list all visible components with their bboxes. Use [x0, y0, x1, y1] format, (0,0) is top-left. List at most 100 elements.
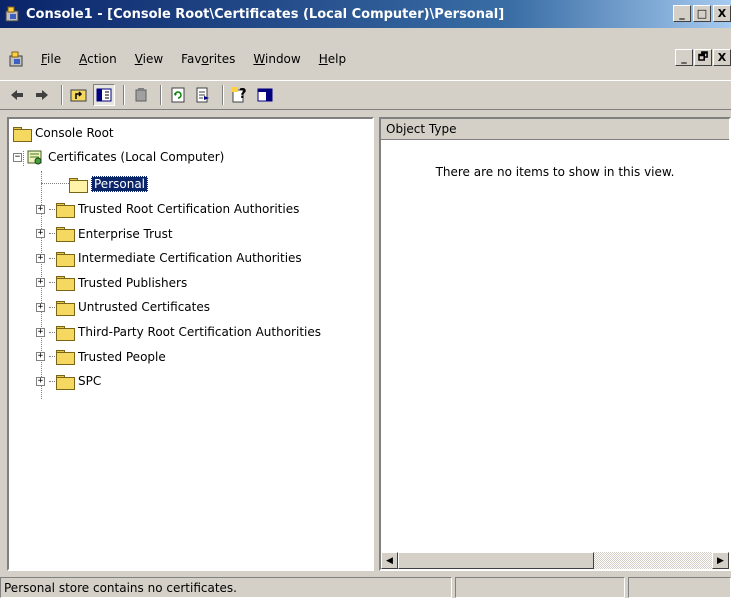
expand-icon[interactable]: + — [36, 302, 45, 312]
menu-view-accel: V — [134, 52, 143, 66]
console-tree-pane[interactable]: Console Root − Certificates (Local Compu… — [7, 117, 374, 571]
refresh-icon[interactable] — [167, 84, 189, 106]
menu-window[interactable]: Window — [244, 52, 309, 66]
mmc-app-icon[interactable] — [4, 5, 22, 23]
menu-favorites-pre: Fav — [181, 52, 202, 66]
folder-icon — [56, 300, 75, 316]
menu-favorites-accel: o — [201, 52, 209, 66]
delete-icon[interactable] — [130, 84, 152, 106]
tree-line — [41, 183, 69, 184]
tree-item-store[interactable]: + Intermediate Certification Authorities — [36, 247, 302, 269]
menu-file[interactable]: File — [32, 52, 70, 66]
up-level-icon[interactable] — [68, 84, 90, 106]
maximize-button[interactable]: □ — [693, 5, 711, 22]
tree-item-label: Untrusted Certificates — [78, 300, 210, 315]
tree-item-store[interactable]: + Third-Party Root Certification Authorit… — [36, 321, 321, 343]
tree-line — [49, 282, 55, 284]
show-tree-icon[interactable] — [93, 84, 115, 106]
tree-line — [49, 331, 55, 333]
menu-favorites-label: rites — [208, 52, 236, 66]
tree-item-label: Enterprise Trust — [78, 226, 173, 241]
tree-item-label-selected: Personal — [91, 176, 149, 192]
expand-icon[interactable]: + — [36, 327, 45, 337]
folder-icon — [56, 325, 75, 341]
tree-item-store[interactable]: + Trusted People — [36, 346, 166, 368]
toolbar-separator — [61, 85, 63, 105]
expand-icon[interactable]: + — [36, 204, 45, 214]
show-hide-action-pane-icon[interactable] — [254, 84, 276, 106]
console-menu-icon[interactable] — [8, 50, 26, 68]
export-list-icon[interactable] — [192, 84, 214, 106]
menu-bar: File Action View Favorites Window Help _… — [0, 44, 731, 74]
column-header-label: Object Type — [386, 122, 457, 136]
tree-item-label: Console Root — [35, 126, 114, 140]
tree-item-store[interactable]: + Untrusted Certificates — [36, 296, 210, 318]
menu-view[interactable]: View — [126, 52, 172, 66]
menu-help-label: elp — [327, 52, 347, 66]
horizontal-scrollbar[interactable]: ◀ ▶ — [381, 552, 729, 569]
tree-item-certificates[interactable]: − Certificates (Local Computer) — [13, 146, 224, 168]
tree-item-store[interactable]: + Enterprise Trust — [36, 223, 173, 245]
folder-icon — [56, 374, 75, 390]
menu-view-label: iew — [142, 52, 164, 66]
toolbar-separator — [123, 85, 125, 105]
close-button[interactable]: X — [713, 5, 731, 22]
scroll-right-icon[interactable]: ▶ — [712, 552, 729, 569]
menu-action-accel: A — [79, 52, 88, 66]
tree-line — [49, 233, 55, 235]
tree-item-label: Trusted Root Certification Authorities — [78, 202, 300, 216]
child-restore-button[interactable]: 🗗 — [694, 49, 712, 66]
toolbar-separator — [160, 85, 162, 105]
expand-icon[interactable]: + — [36, 376, 45, 386]
forward-icon[interactable] — [31, 84, 53, 106]
window-title: Console1 - [Console Root\Certificates (L… — [26, 6, 505, 22]
status-bar: Personal store contains no certificates. — [0, 575, 731, 598]
tree-line — [49, 257, 55, 259]
tree-line — [49, 208, 55, 210]
tree-item-label: SPC — [78, 374, 102, 389]
details-pane[interactable]: Object Type There are no items to show i… — [379, 117, 731, 571]
tree-item-store[interactable]: + SPC — [36, 370, 102, 392]
folder-icon — [56, 202, 75, 218]
expand-icon[interactable]: + — [36, 229, 45, 239]
certificates-snapin-icon — [26, 148, 44, 166]
title-bar[interactable]: Console1 - [Console Root\Certificates (L… — [0, 0, 731, 28]
child-minimize-button[interactable]: _ — [675, 49, 693, 66]
tree-item-label: Certificates (Local Computer) — [48, 150, 225, 164]
menu-help[interactable]: Help — [310, 52, 355, 66]
tree-item-personal[interactable]: Personal — [69, 173, 149, 195]
help-icon[interactable]: ? — [229, 84, 251, 106]
folder-icon — [13, 126, 32, 142]
tree-item-console-root[interactable]: Console Root — [13, 122, 114, 144]
menu-window-accel: W — [253, 52, 265, 66]
expand-icon[interactable]: + — [36, 352, 45, 362]
tree-item-label: Trusted People — [78, 349, 166, 364]
expand-icon[interactable]: + — [36, 278, 45, 288]
tree-item-label: Intermediate Certification Authorities — [78, 251, 302, 266]
toolbar: ? — [0, 80, 731, 110]
status-panel-2 — [455, 577, 625, 598]
tree-item-label: Trusted Publishers — [78, 275, 188, 290]
menu-action[interactable]: Action — [70, 52, 126, 66]
tree-item-store[interactable]: + Trusted Root Certification Authorities — [36, 198, 300, 220]
open-folder-icon — [69, 177, 88, 193]
menu-window-label: indow — [265, 52, 301, 66]
child-close-button[interactable]: X — [713, 49, 731, 66]
scroll-left-icon[interactable]: ◀ — [381, 552, 398, 569]
status-panel-3 — [628, 577, 731, 598]
folder-icon — [56, 276, 75, 292]
scroll-thumb[interactable] — [398, 552, 594, 569]
menu-action-label: ction — [87, 52, 117, 66]
folder-icon — [56, 227, 75, 243]
back-icon[interactable] — [6, 84, 28, 106]
tree-line — [49, 306, 55, 308]
column-header-object-type[interactable]: Object Type — [381, 119, 729, 140]
tree-item-label: Third-Party Root Certification Authoriti… — [78, 325, 321, 339]
minimize-button[interactable]: _ — [673, 5, 691, 22]
menu-favorites[interactable]: Favorites — [172, 52, 244, 66]
menu-help-accel: H — [318, 52, 328, 66]
tree-item-store[interactable]: + Trusted Publishers — [36, 272, 188, 294]
collapse-icon[interactable]: − — [13, 152, 22, 162]
expand-icon[interactable]: + — [36, 253, 45, 263]
empty-view-message: There are no items to show in this view. — [435, 165, 675, 179]
